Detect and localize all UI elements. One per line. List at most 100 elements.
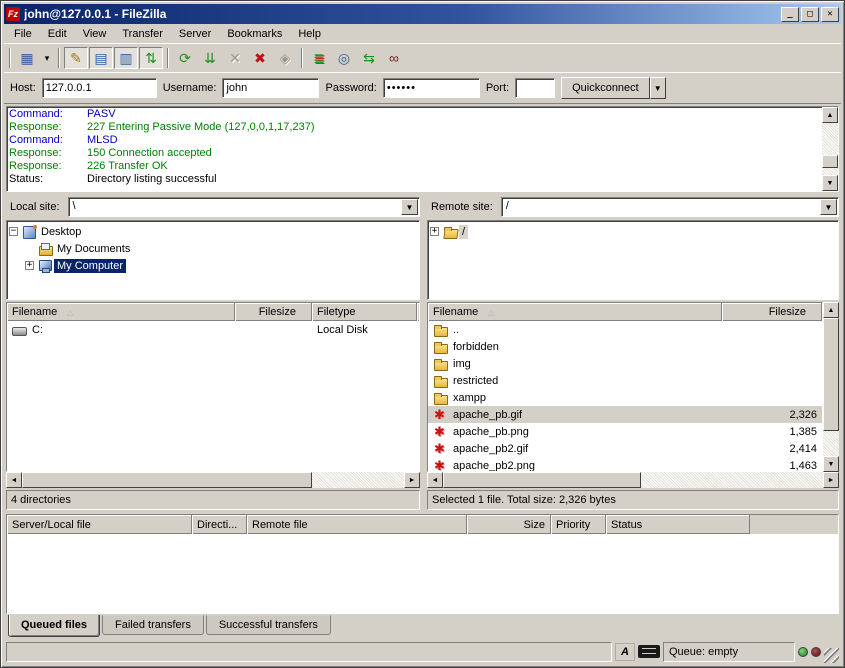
remote-site-combobox[interactable]: / ▼	[501, 197, 839, 217]
file-row[interactable]: apache_pb2.png1,463	[428, 457, 822, 471]
image-file-icon	[433, 425, 449, 439]
scroll-left-button[interactable]: ◄	[6, 472, 22, 488]
speed-limits-icon[interactable]	[638, 645, 660, 658]
tree-expander[interactable]	[430, 227, 439, 236]
port-input[interactable]	[515, 78, 555, 98]
quickconnect-bar: Host: Username: Password: Port: Quickcon…	[4, 72, 841, 104]
folder-icon	[433, 357, 449, 371]
file-row[interactable]: forbidden	[428, 338, 822, 355]
documents-folder-icon	[38, 242, 54, 256]
browser-panes: Local site: \ ▼ DesktopMy DocumentsMy Co…	[4, 194, 841, 514]
message-log-lines: Command:PASVResponse:227 Entering Passiv…	[7, 107, 822, 191]
column-header[interactable]: Filename△	[7, 303, 235, 321]
queue-column-header[interactable]: Directi...	[192, 515, 247, 534]
site-manager-dropdown[interactable]: ▾	[40, 47, 54, 69]
queue-tab[interactable]: Queued files	[8, 615, 100, 637]
tree-item[interactable]: My Documents	[9, 240, 417, 257]
close-button[interactable]: ✕	[821, 7, 839, 22]
file-row[interactable]: C:Local Disk	[7, 321, 419, 338]
disconnect-button[interactable]: ✖	[248, 47, 272, 69]
abort-button[interactable]: ◈	[273, 47, 297, 69]
column-header[interactable]: Filesize	[235, 303, 312, 321]
queue-column-header[interactable]: Server/Local file	[7, 515, 192, 534]
tree-expander[interactable]	[9, 227, 18, 236]
password-label: Password:	[325, 82, 376, 94]
file-row[interactable]: apache_pb2.gif2,414	[428, 440, 822, 457]
menu-item[interactable]: Server	[171, 26, 219, 42]
menu-item[interactable]: Help	[290, 26, 329, 42]
remote-horizontal-scrollbar[interactable]: ◄ ►	[427, 472, 839, 488]
file-row[interactable]: ..	[428, 321, 822, 338]
menu-item[interactable]: View	[75, 26, 115, 42]
remote-file-list: Filename△Filesize ..forbiddenimgrestrict…	[427, 302, 823, 472]
file-row[interactable]: xampp	[428, 389, 822, 406]
message-log-scrollbar[interactable]: ▲ ▼	[822, 107, 838, 191]
site-manager-button[interactable]: ▦	[15, 47, 39, 69]
queue-column-header[interactable]: Status	[606, 515, 750, 534]
queue-column-header[interactable]: Size	[467, 515, 551, 534]
process-queue-button[interactable]: ⇊	[198, 47, 222, 69]
compare-button[interactable]: ◎	[332, 47, 356, 69]
file-row[interactable]: apache_pb.png1,385	[428, 423, 822, 440]
scroll-right-button[interactable]: ►	[823, 472, 839, 488]
file-row[interactable]: img	[428, 355, 822, 372]
sync-browsing-button[interactable]: ⇆	[357, 47, 381, 69]
refresh-button[interactable]: ⟳	[173, 47, 197, 69]
menu-item[interactable]: Edit	[40, 26, 75, 42]
file-row[interactable]: apache_pb.gif2,326	[428, 406, 822, 423]
toggle-remote-tree-button[interactable]: ▥	[114, 47, 138, 69]
queue-tabs: Queued filesFailed transfersSuccessful t…	[4, 614, 841, 638]
transfer-queue: Server/Local fileDirecti...Remote fileSi…	[6, 514, 839, 614]
tree-item[interactable]: /	[430, 223, 836, 240]
tree-expander[interactable]	[25, 261, 34, 270]
scroll-down-button[interactable]: ▼	[823, 456, 839, 472]
scroll-down-button[interactable]: ▼	[822, 175, 838, 191]
toggle-transfer-queue-button[interactable]: ⇅	[139, 47, 163, 69]
username-input[interactable]	[222, 78, 319, 98]
scroll-thumb[interactable]	[22, 472, 312, 488]
tree-item[interactable]: Desktop	[9, 223, 417, 240]
password-input[interactable]	[383, 78, 480, 98]
menu-item[interactable]: Bookmarks	[219, 26, 290, 42]
find-button[interactable]: ∞	[382, 47, 406, 69]
cancel-operation-button[interactable]: ✕	[223, 47, 247, 69]
quickconnect-button[interactable]: Quickconnect	[561, 77, 650, 99]
local-horizontal-scrollbar[interactable]: ◄ ►	[6, 472, 420, 488]
filter-button[interactable]: ≣	[307, 47, 331, 69]
image-file-icon	[433, 408, 449, 422]
log-line: Command:PASV	[9, 108, 820, 121]
column-header[interactable]: L	[417, 303, 419, 321]
menu-item[interactable]: File	[6, 26, 40, 42]
queue-tab[interactable]: Failed transfers	[102, 615, 204, 635]
queue-column-header[interactable]: Remote file	[247, 515, 467, 534]
chevron-down-icon[interactable]: ▼	[401, 199, 418, 215]
remote-vertical-scrollbar[interactable]: ▲ ▼	[823, 302, 839, 472]
quickconnect-dropdown[interactable]: ▼	[650, 77, 666, 99]
column-header[interactable]: Filename△	[428, 303, 722, 321]
tree-item[interactable]: My Computer	[9, 257, 417, 274]
scroll-thumb[interactable]	[823, 318, 839, 431]
queue-tab[interactable]: Successful transfers	[206, 615, 331, 635]
file-row[interactable]: restricted	[428, 372, 822, 389]
toggle-local-tree-button[interactable]: ▤	[89, 47, 113, 69]
scroll-left-button[interactable]: ◄	[427, 472, 443, 488]
status-bar: A Queue: empty	[4, 638, 841, 664]
scroll-thumb[interactable]	[443, 472, 641, 488]
resize-grip[interactable]	[824, 648, 839, 663]
minimize-button[interactable]: _	[781, 7, 799, 22]
chevron-down-icon[interactable]: ▼	[820, 199, 837, 215]
queue-column-header[interactable]: Priority	[551, 515, 606, 534]
transfer-type-icon[interactable]: A	[615, 643, 635, 661]
toggle-message-log-button[interactable]: ✎	[64, 47, 88, 69]
host-input[interactable]	[42, 78, 157, 98]
scroll-right-button[interactable]: ►	[404, 472, 420, 488]
column-header[interactable]: Filesize	[722, 303, 822, 321]
app-icon[interactable]: Fz	[6, 7, 20, 21]
maximize-button[interactable]: □	[801, 7, 819, 22]
scroll-up-button[interactable]: ▲	[822, 107, 838, 123]
local-site-combobox[interactable]: \ ▼	[68, 197, 420, 217]
scroll-thumb[interactable]	[822, 155, 838, 167]
menu-item[interactable]: Transfer	[114, 26, 171, 42]
scroll-up-button[interactable]: ▲	[823, 302, 839, 318]
column-header[interactable]: Filetype	[312, 303, 417, 321]
